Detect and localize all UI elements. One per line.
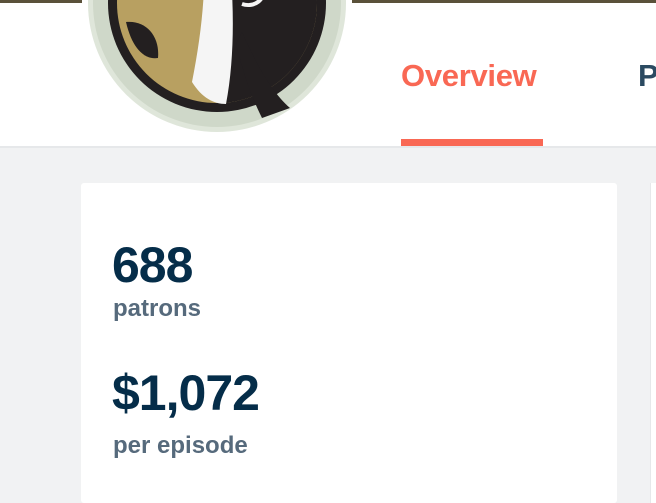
page-header: Overview P bbox=[0, 0, 656, 148]
creator-avatar[interactable] bbox=[86, 0, 348, 134]
cover-image-left bbox=[0, 0, 82, 3]
tab-overview[interactable]: Overview bbox=[401, 58, 543, 146]
adjacent-card bbox=[650, 183, 656, 503]
patrons-count: 688 bbox=[112, 237, 193, 293]
earnings-amount: $1,072 bbox=[112, 365, 260, 421]
tab-overview-label: Overview bbox=[401, 58, 537, 93]
active-tab-indicator bbox=[401, 139, 543, 146]
tab-posts-label: P bbox=[638, 58, 656, 93]
creator-logo-icon bbox=[88, 0, 346, 132]
patrons-label: patrons bbox=[113, 295, 202, 322]
cover-image-right bbox=[352, 0, 656, 3]
tab-posts[interactable]: P bbox=[638, 58, 656, 146]
earnings-label: per episode bbox=[113, 432, 248, 459]
